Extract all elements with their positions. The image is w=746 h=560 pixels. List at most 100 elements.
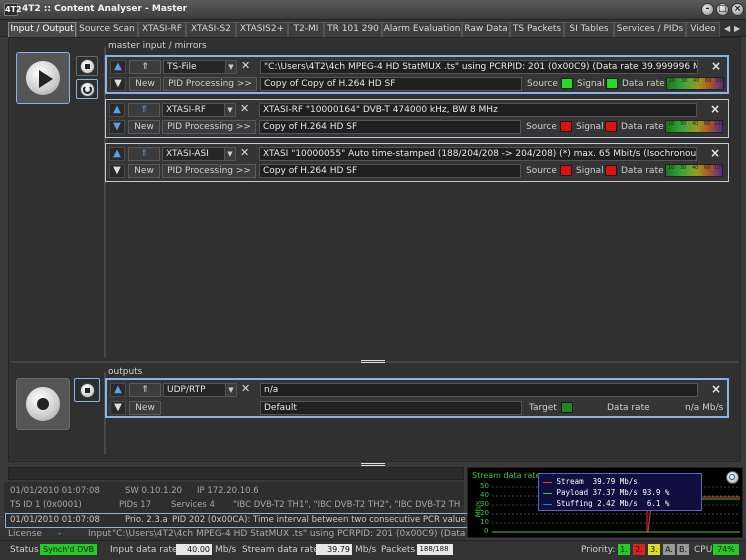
priority-3-badge: 3. <box>648 544 660 555</box>
move-top-button[interactable]: ⇑ <box>129 383 161 397</box>
input-type-select[interactable]: TS-File ▼ <box>163 60 237 74</box>
output-type-value: UDP/RTP <box>167 385 206 395</box>
tab-scroll-left-icon[interactable]: ◀ <box>724 24 730 33</box>
priority-label: Priority: <box>581 545 616 555</box>
data-rate-label: Data rate <box>621 122 664 132</box>
input-type-select[interactable]: XTASI-ASI ▼ <box>162 147 236 161</box>
log-row-1[interactable]: 01/01/2010 01:07:08 SW 0.10.1.20 IP 172.… <box>5 484 469 498</box>
splitter-handle-icon[interactable] <box>361 360 385 363</box>
move-up-icon[interactable]: ▲ <box>110 383 126 397</box>
tab-xtasis2-plus[interactable]: XTASIS2+ <box>236 22 288 37</box>
tab-source-scan[interactable]: Source Scan <box>76 22 138 37</box>
chevron-down-icon: ▼ <box>225 61 236 73</box>
output-row[interactable]: ▲ ▼ ⇑ New UDP/RTP ▼ ✕ n/a × Default Targ… <box>105 378 729 418</box>
priority-a-badge: A. <box>663 544 675 555</box>
log-row-selected[interactable]: 01/01/2010 01:07:08 Prio. 2.3.a PID 202 … <box>5 513 469 528</box>
y-tick-40: 40 <box>480 491 489 499</box>
tab-si-tables[interactable]: SI Tables <box>564 22 614 37</box>
pid-processing-button[interactable]: PID Processing >> <box>162 164 256 178</box>
status-value-badge: Synch'd DVB <box>40 544 98 555</box>
input-rate-unit: Mb/s <box>215 545 237 555</box>
stop-input-button[interactable] <box>76 56 98 76</box>
input-row-2[interactable]: ▲ ▼ ⇑ New XTASI-RF ▼ PID Processing >> ✕… <box>105 99 729 138</box>
output-type-select[interactable]: UDP/RTP ▼ <box>163 383 237 397</box>
y-tick-10: 10 <box>480 518 489 526</box>
new-input-button[interactable]: New <box>128 164 160 178</box>
y-tick-50: 50 <box>480 482 489 490</box>
tab-raw-data[interactable]: Raw Data <box>462 22 510 37</box>
tab-tr-101-290[interactable]: TR 101 290 <box>324 22 382 37</box>
program-field: Copy of H.264 HD SF <box>259 164 521 178</box>
output-program-field: Default <box>260 401 522 415</box>
license-value: - <box>58 529 62 539</box>
log-row-2[interactable]: TS ID 1 (0x0001) PIDs 17 Services 4 "IBC… <box>5 498 469 512</box>
program-field: Copy of Copy of H.264 HD SF <box>260 77 522 91</box>
close-window-button[interactable]: × <box>731 3 744 16</box>
move-up-icon[interactable]: ▲ <box>110 60 126 74</box>
data-rate-meter: 10 30 40 60 100 <box>665 120 724 133</box>
move-up-icon[interactable]: ▲ <box>109 147 125 161</box>
move-up-icon[interactable]: ▲ <box>109 103 125 117</box>
input-type-value: XTASI-ASI <box>166 149 209 159</box>
signal-led <box>605 165 617 176</box>
new-output-button[interactable]: New <box>129 401 161 415</box>
settings-tools-icon[interactable]: ✕ <box>240 102 254 116</box>
settings-tools-icon[interactable]: ✕ <box>240 146 254 160</box>
priority-b-badge: B. <box>677 544 689 555</box>
new-input-button[interactable]: New <box>129 77 161 91</box>
data-rate-meter: 10 30 40 60 100 <box>666 77 725 90</box>
move-down-icon[interactable]: ▼ <box>110 401 126 415</box>
play-button[interactable] <box>16 52 70 104</box>
lower-splitter-handle-icon[interactable] <box>361 463 385 466</box>
remove-input-icon[interactable]: × <box>709 60 723 74</box>
source-label: Source <box>527 79 558 89</box>
tab-t2-mi[interactable]: T2-MI <box>288 22 324 37</box>
data-rate-label: Data rate <box>622 79 665 89</box>
remove-output-icon[interactable]: × <box>709 383 723 397</box>
input-row-1[interactable]: ▲ ▼ ⇑ New TS-File ▼ PID Processing >> ✕ … <box>105 55 729 94</box>
tab-scroll-right-icon[interactable]: ▶ <box>734 24 740 33</box>
move-down-icon[interactable]: ▼ <box>110 77 126 91</box>
pid-processing-button[interactable]: PID Processing >> <box>162 120 256 134</box>
tab-ts-packets[interactable]: TS Packets <box>510 22 564 37</box>
record-button[interactable] <box>16 378 70 430</box>
move-top-button[interactable]: ⇑ <box>128 103 160 117</box>
tab-input-output[interactable]: Input / Output <box>8 22 76 37</box>
window-title: 4T2 :: Content Analyser - Master <box>22 4 188 14</box>
input-row-3[interactable]: ▲ ▼ ⇑ New XTASI-ASI ▼ PID Processing >> … <box>105 143 729 182</box>
maximize-button[interactable]: □ <box>716 3 729 16</box>
tab-video[interactable]: Video <box>686 22 720 37</box>
tab-bar: Input / Output Source Scan XTASI-RF XTAS… <box>0 20 746 37</box>
tab-alarm-evaluation[interactable]: Alarm Evaluation <box>382 22 462 37</box>
settings-tools-icon[interactable]: ✕ <box>241 382 255 396</box>
remove-input-icon[interactable]: × <box>708 103 722 117</box>
source-label: Source <box>526 122 557 132</box>
source-led <box>560 121 572 132</box>
play-icon <box>25 60 61 96</box>
move-top-button[interactable]: ⇑ <box>129 60 161 74</box>
pid-processing-button[interactable]: PID Processing >> <box>163 77 257 91</box>
output-data-rate-value: n/a Mb/s <box>685 403 724 413</box>
chevron-down-icon: ▼ <box>224 104 235 116</box>
cpu-value: 74% <box>713 544 739 555</box>
refresh-input-button[interactable] <box>76 79 98 99</box>
input-label: Input <box>88 529 112 539</box>
minimize-button[interactable]: - <box>701 3 714 16</box>
remove-input-icon[interactable]: × <box>708 147 722 161</box>
tab-services-pids[interactable]: Services / PIDs <box>614 22 686 37</box>
input-type-select[interactable]: XTASI-RF ▼ <box>162 103 236 117</box>
move-top-button[interactable]: ⇑ <box>128 147 160 161</box>
stop-icon <box>80 59 95 74</box>
new-input-button[interactable]: New <box>128 120 160 134</box>
stream-rate-value: 39.79 <box>316 544 352 555</box>
settings-tools-icon[interactable]: ✕ <box>241 59 255 73</box>
input-type-value: XTASI-RF <box>166 105 207 115</box>
move-down-icon[interactable]: ▼ <box>109 164 125 178</box>
move-down-icon[interactable]: ▼ <box>109 120 125 134</box>
stop-output-button[interactable] <box>74 378 100 402</box>
tab-xtasi-s2[interactable]: XTASI-S2 <box>186 22 236 37</box>
tab-xtasi-rf[interactable]: XTASI-RF <box>138 22 186 37</box>
stream-rate-unit: Mb/s <box>355 545 377 555</box>
license-label: License <box>8 529 42 539</box>
magnifier-icon[interactable] <box>726 471 739 484</box>
